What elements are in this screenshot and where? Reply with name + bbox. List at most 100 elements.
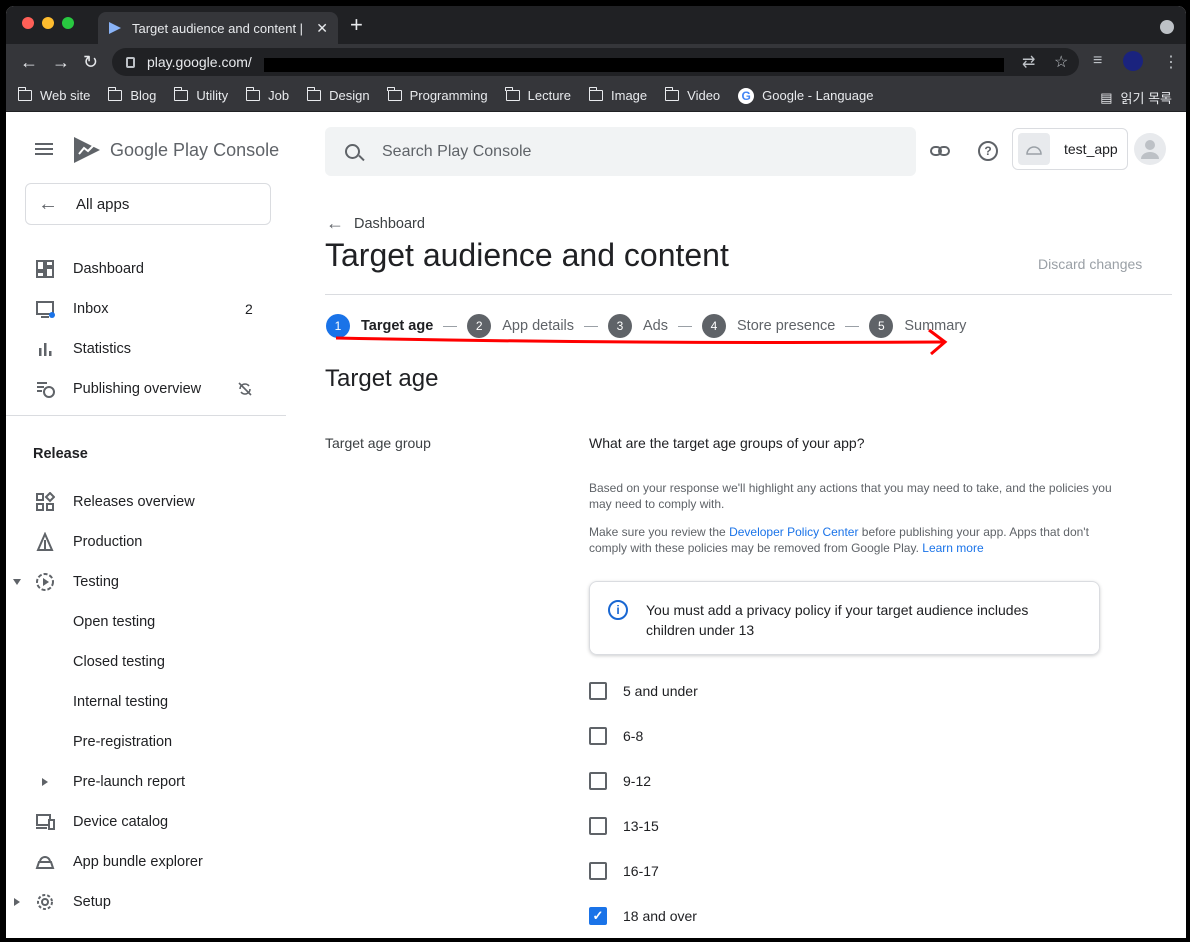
search-placeholder: Search Play Console <box>382 142 532 160</box>
folder-icon <box>588 87 603 101</box>
bookmark-google[interactable]: G Google - Language <box>738 87 873 104</box>
age-question: What are the target age groups of your a… <box>589 435 865 451</box>
caret-right-icon[interactable] <box>12 897 22 907</box>
app-selector[interactable]: test_app <box>1012 128 1128 170</box>
reading-list-button[interactable]: ▤ 읽기 목록 <box>1100 88 1172 107</box>
folder-icon <box>245 87 261 101</box>
sidebar-item-pre-launch-report[interactable]: Pre-launch report <box>6 762 296 802</box>
profile-avatar[interactable] <box>1123 51 1143 71</box>
checkbox[interactable] <box>589 772 607 790</box>
bookmark-folder[interactable]: Blog <box>107 87 156 103</box>
brand-name: Google Play Console <box>110 140 280 160</box>
checkbox[interactable] <box>589 727 607 745</box>
help-icon[interactable]: ? <box>976 139 1000 163</box>
bookmark-star-icon[interactable]: ☆ <box>1054 52 1068 72</box>
close-window-button[interactable] <box>22 17 34 29</box>
bookmarks-bar: Web site Blog Utility Job Design Program… <box>6 80 1186 112</box>
sidebar-divider <box>6 415 286 416</box>
sidebar-item-testing[interactable]: Testing <box>6 562 296 602</box>
sidebar-item-publishing-overview[interactable]: Publishing overview <box>6 369 296 409</box>
sidebar-item-production[interactable]: Production <box>6 522 296 562</box>
folder-icon <box>17 87 32 101</box>
bookmark-folder[interactable]: Video <box>664 87 720 103</box>
tab-search-icon[interactable] <box>1160 20 1174 34</box>
sidebar-item-closed-testing[interactable]: Closed testing <box>6 642 296 682</box>
policy-help-text: Make sure you review the Developer Polic… <box>589 525 1089 555</box>
account-avatar[interactable] <box>1134 133 1166 165</box>
production-icon <box>36 532 54 551</box>
sidebar-item-releases-overview[interactable]: Releases overview <box>6 482 296 522</box>
dashboard-icon <box>36 260 54 278</box>
tab-title: Target audience and content | <box>132 20 304 36</box>
sidebar-item-inbox[interactable]: Inbox 2 <box>6 289 296 329</box>
lock-icon <box>126 56 135 68</box>
reload-icon[interactable]: ↻ <box>83 52 98 72</box>
play-console-logo-icon <box>74 137 100 163</box>
sidebar-item-pre-registration[interactable]: Pre-registration <box>6 722 296 762</box>
minimize-window-button[interactable] <box>42 17 54 29</box>
link-icon[interactable] <box>928 139 952 163</box>
learn-more-link[interactable]: Learn more <box>922 541 983 555</box>
red-arrow-annotation <box>335 328 948 356</box>
developer-policy-center-link[interactable]: Developer Policy Center <box>729 525 858 539</box>
search-icon <box>345 144 360 159</box>
redacted-url <box>264 58 1004 72</box>
forward-arrow-icon[interactable]: → <box>52 52 70 72</box>
new-tab-button[interactable]: + <box>350 14 363 36</box>
discard-changes-button[interactable]: Discard changes <box>1038 256 1142 272</box>
hamburger-menu-icon[interactable] <box>35 143 53 155</box>
age-checkbox-row[interactable]: 6-8 <box>589 726 643 746</box>
release-section-title: Release <box>33 446 88 462</box>
caret-down-icon[interactable] <box>12 577 22 587</box>
media-control-icon[interactable]: ≡ <box>1093 52 1102 70</box>
folder-icon <box>664 87 680 101</box>
bookmark-folder[interactable]: Design <box>306 87 370 103</box>
sidebar-item-dashboard[interactable]: Dashboard <box>6 249 296 289</box>
maximize-window-button[interactable] <box>62 17 74 29</box>
bar-chart-icon <box>39 343 52 356</box>
browser-window: Target audience and content | ✕ + ← → ↻ … <box>6 6 1186 938</box>
bookmark-folder[interactable]: Lecture <box>505 87 571 103</box>
translate-icon[interactable]: ⇄ <box>1022 52 1035 72</box>
age-checkbox-row[interactable]: 5 and under <box>589 681 698 701</box>
caret-right-icon[interactable] <box>40 777 50 787</box>
checkbox[interactable] <box>589 862 607 880</box>
checkbox-checked[interactable]: ✓ <box>589 907 607 925</box>
folder-icon <box>505 87 520 101</box>
all-apps-button[interactable]: ← All apps <box>25 183 271 225</box>
checkbox[interactable] <box>589 682 607 700</box>
app-name: test_app <box>1064 141 1118 157</box>
play-console-favicon-icon <box>109 22 121 34</box>
app-thumbnail-icon <box>1018 133 1050 165</box>
help-text: Based on your response we'll highlight a… <box>589 481 1112 511</box>
arrow-back-icon: ← <box>38 192 58 215</box>
bookmark-folder[interactable]: Image <box>588 87 647 103</box>
google-icon: G <box>738 87 755 104</box>
bookmark-folder[interactable]: Web site <box>17 87 90 103</box>
bookmark-folder[interactable]: Utility <box>173 87 228 103</box>
releases-icon <box>36 492 55 511</box>
sync-disabled-icon[interactable] <box>237 381 253 397</box>
back-arrow-icon[interactable]: ← <box>20 52 38 72</box>
sidebar-item-open-testing[interactable]: Open testing <box>6 602 296 642</box>
bookmark-folder[interactable]: Programming <box>387 87 488 103</box>
tab-close-icon[interactable]: ✕ <box>316 20 328 37</box>
sidebar-item-statistics[interactable]: Statistics <box>6 329 296 369</box>
step-separator <box>584 325 599 327</box>
all-apps-label: All apps <box>76 195 130 213</box>
age-checkbox-row[interactable]: 16-17 <box>589 861 659 881</box>
sidebar-item-internal-testing[interactable]: Internal testing <box>6 682 296 722</box>
bookmark-folder[interactable]: Job <box>245 87 289 103</box>
search-input[interactable]: Search Play Console <box>325 127 916 176</box>
sidebar-item-app-bundle-explorer[interactable]: App bundle explorer <box>6 842 296 882</box>
back-to-dashboard-link[interactable]: ← Dashboard <box>326 213 425 234</box>
age-checkbox-row[interactable]: ✓ 18 and over <box>589 906 697 926</box>
age-checkbox-row[interactable]: 9-12 <box>589 771 651 791</box>
age-checkbox-row[interactable]: 13-15 <box>589 816 659 836</box>
inbox-icon <box>36 301 55 318</box>
checkbox[interactable] <box>589 817 607 835</box>
browser-tab[interactable]: Target audience and content | ✕ <box>98 12 338 44</box>
sidebar-item-setup[interactable]: Setup <box>6 882 296 922</box>
browser-menu-icon[interactable]: ⋮ <box>1163 52 1179 72</box>
sidebar-item-device-catalog[interactable]: Device catalog <box>6 802 296 842</box>
